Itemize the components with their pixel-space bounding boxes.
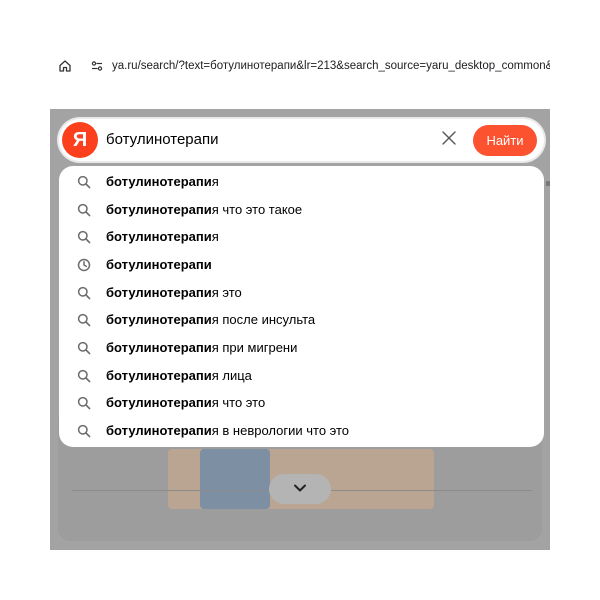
suggestion-text: ботулинотерапия при мигрени xyxy=(106,339,297,356)
suggestion-item[interactable]: ботулинотерапия лица xyxy=(59,362,544,389)
clear-button[interactable] xyxy=(439,130,459,150)
suggestion-text: ботулинотерапия это xyxy=(106,284,242,301)
suggestion-item[interactable]: ботулинотерапия при мигрени xyxy=(59,334,544,361)
suggestion-completion: я что это такое xyxy=(211,202,303,217)
suggestion-item[interactable]: ботулинотерапия это xyxy=(59,279,544,306)
suggestion-item[interactable]: ботулинотерапия после инсульта xyxy=(59,306,544,333)
browser-toolbar: ya.ru/search/?text=ботулинотерапи&lr=213… xyxy=(50,47,550,85)
search-icon xyxy=(76,395,92,411)
page-fragment xyxy=(546,181,550,186)
suggestions-dropdown: ботулинотерапия ботулинотерапия что это т… xyxy=(59,166,544,447)
suggestion-match: ботулинотерапи xyxy=(106,312,212,327)
search-icon xyxy=(76,202,92,218)
suggestion-text: ботулинотерапия в неврологии что это xyxy=(106,422,349,439)
suggestion-match: ботулинотерапи xyxy=(106,423,212,438)
suggestion-item[interactable]: ботулинотерапия xyxy=(59,223,544,250)
suggestion-completion: я xyxy=(211,174,219,189)
suggestion-item[interactable]: ботулинотерапия что это такое xyxy=(59,196,544,223)
suggestion-match: ботулинотерапи xyxy=(106,257,212,272)
suggestion-item[interactable]: ботулинотерапия в неврологии что это xyxy=(59,417,544,444)
suggestion-match: ботулинотерапи xyxy=(106,202,212,217)
expand-button[interactable] xyxy=(269,474,331,504)
suggestion-item[interactable]: ботулинотерапия xyxy=(59,168,544,195)
suggestion-completion: я после инсульта xyxy=(211,312,316,327)
suggestion-completion: я xyxy=(211,229,219,244)
suggestion-completion: я в неврологии что это xyxy=(211,423,350,438)
search-submit-button[interactable]: Найти xyxy=(473,125,537,156)
suggestion-match: ботулинотерапи xyxy=(106,285,212,300)
site-info-icon[interactable] xyxy=(88,56,106,76)
yandex-logo[interactable]: Я xyxy=(62,122,98,158)
result-image-figure xyxy=(200,449,270,509)
suggestion-match: ботулинотерапи xyxy=(106,368,212,383)
search-icon xyxy=(76,423,92,439)
suggestion-completion: я лица xyxy=(211,368,252,383)
suggestion-completion: я при мигрени xyxy=(211,340,298,355)
suggestion-completion: я это xyxy=(211,285,242,300)
suggestion-match: ботулинотерапи xyxy=(106,229,212,244)
suggestion-completion: я что это xyxy=(211,395,266,410)
search-icon xyxy=(76,229,92,245)
suggestion-match: ботулинотерапи xyxy=(106,395,212,410)
search-input[interactable]: ботулинотерапи xyxy=(106,131,218,149)
suggestion-match: ботулинотерапи xyxy=(106,174,212,189)
chevron-down-icon xyxy=(293,480,307,498)
suggestion-item[interactable]: ботулинотерапия что это xyxy=(59,389,544,416)
search-icon xyxy=(76,340,92,356)
search-bar: Я ботулинотерапи Найти xyxy=(59,119,544,161)
suggestion-match: ботулинотерапи xyxy=(106,340,212,355)
search-icon xyxy=(76,312,92,328)
suggestion-text: ботулинотерапия xyxy=(106,173,219,190)
suggestion-text: ботулинотерапия что это xyxy=(106,394,265,411)
address-bar[interactable]: ya.ru/search/?text=ботулинотерапи&lr=213… xyxy=(112,57,550,75)
suggestion-text: ботулинотерапи xyxy=(106,256,212,273)
close-icon xyxy=(441,130,457,151)
search-icon xyxy=(76,368,92,384)
suggestion-item[interactable]: ботулинотерапи xyxy=(59,251,544,278)
suggestion-text: ботулинотерапия лица xyxy=(106,367,252,384)
suggestion-text: ботулинотерапия xyxy=(106,228,219,245)
home-icon[interactable] xyxy=(55,56,75,76)
search-icon xyxy=(76,174,92,190)
history-icon xyxy=(76,257,92,273)
suggestion-text: ботулинотерапия после инсульта xyxy=(106,311,315,328)
suggestion-text: ботулинотерапия что это такое xyxy=(106,201,302,218)
search-icon xyxy=(76,285,92,301)
